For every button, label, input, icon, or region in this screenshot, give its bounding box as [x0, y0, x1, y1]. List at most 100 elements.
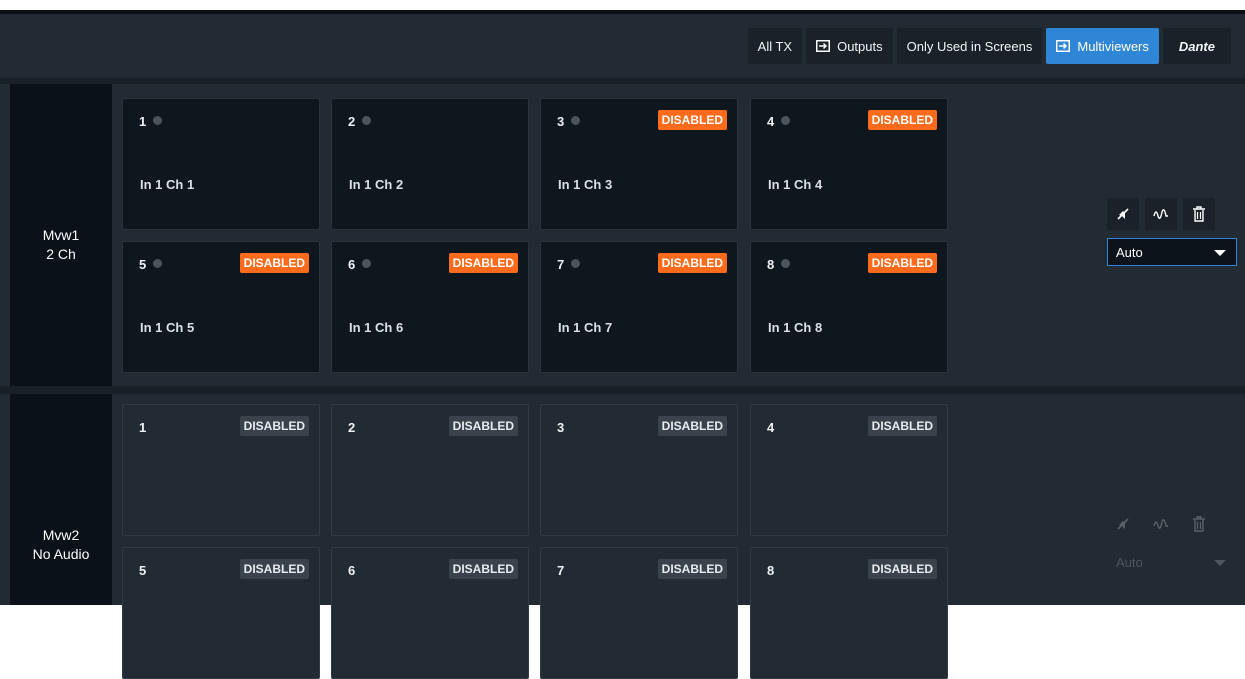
audio-tile: 1 DISABLED	[122, 404, 320, 536]
tile-number: 5	[139, 257, 147, 272]
tile-number: 6	[348, 257, 356, 272]
disabled-badge: DISABLED	[867, 253, 937, 273]
tile-number: 7	[557, 257, 565, 272]
audio-tile: 3 DISABLED	[540, 404, 738, 536]
tile-number: 6	[348, 563, 356, 578]
tile-number: 4	[767, 420, 775, 435]
disabled-badge: DISABLED	[448, 559, 518, 579]
toolbar: All TX Outputs Only Used in Screens Mult…	[0, 14, 1245, 78]
audio-tile[interactable]: 8 DISABLED In 1 Ch 8	[750, 241, 948, 373]
multiviewer-label: Mvw1 2 Ch	[10, 84, 112, 386]
tile-number: 7	[557, 563, 565, 578]
waveform-icon	[1153, 519, 1168, 529]
audio-tile: 6 DISABLED	[331, 547, 529, 679]
tile-channel: In 1 Ch 4	[768, 177, 823, 192]
tile-channel: In 1 Ch 5	[140, 320, 195, 335]
audio-tile: 8 DISABLED	[750, 547, 948, 679]
only-used-in-screens-button[interactable]: Only Used in Screens	[896, 28, 1043, 64]
delete-button[interactable]	[1183, 508, 1215, 540]
audio-tile[interactable]: 1 In 1 Ch 1	[122, 98, 320, 230]
disabled-badge: DISABLED	[239, 559, 309, 579]
delete-button[interactable]	[1183, 198, 1215, 230]
output-arrow-icon	[816, 40, 831, 52]
disabled-badge: DISABLED	[657, 416, 727, 436]
tile-number: 8	[767, 257, 775, 272]
audio-mode-value: Auto	[1116, 244, 1143, 260]
top-strip	[0, 0, 1245, 10]
audio-tile[interactable]: 2 In 1 Ch 2	[331, 98, 529, 230]
waveform-button[interactable]	[1145, 508, 1177, 540]
tile-number: 2	[348, 114, 356, 129]
dante-logo: Dante	[1178, 38, 1215, 54]
tile-number: 4	[767, 114, 775, 129]
tile-number: 2	[348, 420, 356, 435]
disabled-badge: DISABLED	[657, 110, 727, 130]
multiviewers-button[interactable]: Multiviewers	[1046, 28, 1159, 64]
audio-tile[interactable]: 3 DISABLED In 1 Ch 3	[540, 98, 738, 230]
mute-button[interactable]	[1107, 508, 1139, 540]
disabled-badge: DISABLED	[657, 253, 727, 273]
chevron-down-icon	[1214, 560, 1226, 566]
tile-number: 8	[767, 563, 775, 578]
tile-channel: In 1 Ch 2	[349, 177, 404, 192]
trash-icon	[1193, 516, 1205, 532]
outputs-button[interactable]: Outputs	[806, 28, 893, 64]
audio-mode-select[interactable]: Auto	[1107, 238, 1237, 266]
audio-tile[interactable]: 6 DISABLED In 1 Ch 6	[331, 241, 529, 373]
audio-tile[interactable]: 5 DISABLED In 1 Ch 5	[122, 241, 320, 373]
multiviewer-name: Mvw1	[42, 227, 80, 243]
tile-number: 5	[139, 563, 147, 578]
disabled-badge: DISABLED	[239, 253, 309, 273]
audio-tile: 4 DISABLED	[750, 404, 948, 536]
tile-channel: In 1 Ch 8	[768, 320, 823, 335]
all-tx-button[interactable]: All TX	[747, 28, 803, 64]
waveform-button[interactable]	[1145, 198, 1177, 230]
tile-channel: In 1 Ch 3	[558, 177, 613, 192]
status-dot-icon	[571, 116, 580, 125]
multiviewer-controls: Auto	[1107, 198, 1237, 266]
disabled-badge: DISABLED	[867, 559, 937, 579]
audio-tile: 7 DISABLED	[540, 547, 738, 679]
tile-number: 3	[557, 114, 565, 129]
multiviewer-row-mvw2: Mvw2 No Audio 1 DISABLED 2 DISABLED 3 DI…	[0, 394, 1245, 679]
status-dot-icon	[571, 259, 580, 268]
waveform-icon	[1153, 209, 1168, 219]
mute-button[interactable]	[1107, 198, 1139, 230]
dante-button[interactable]: Dante	[1162, 28, 1231, 64]
audio-tile[interactable]: 7 DISABLED In 1 Ch 7	[540, 241, 738, 373]
disabled-badge: DISABLED	[448, 416, 518, 436]
outputs-label: Outputs	[837, 38, 883, 54]
audio-tile: 5 DISABLED	[122, 547, 320, 679]
multiviewer-audio-info: No Audio	[32, 546, 90, 562]
status-dot-icon	[781, 116, 790, 125]
disabled-badge: DISABLED	[867, 416, 937, 436]
mute-icon	[1117, 518, 1129, 530]
tile-number: 1	[139, 420, 147, 435]
chevron-down-icon	[1214, 250, 1226, 256]
multiviewer-controls: Auto	[1107, 508, 1237, 576]
disabled-badge: DISABLED	[867, 110, 937, 130]
audio-mode-select[interactable]: Auto	[1107, 548, 1237, 576]
status-dot-icon	[153, 116, 162, 125]
trash-icon	[1193, 206, 1205, 222]
disabled-badge: DISABLED	[448, 253, 518, 273]
multiviewer-audio-info: 2 Ch	[46, 246, 76, 262]
tile-number: 1	[139, 114, 147, 129]
multiviewer-name: Mvw2	[42, 527, 80, 543]
status-dot-icon	[781, 259, 790, 268]
tile-channel: In 1 Ch 1	[140, 177, 195, 192]
tile-channel: In 1 Ch 7	[558, 320, 613, 335]
multiviewers-label: Multiviewers	[1077, 38, 1149, 54]
mute-icon	[1117, 208, 1129, 220]
tile-number: 3	[557, 420, 565, 435]
only-used-label: Only Used in Screens	[906, 38, 1033, 54]
multiviewer-label: Mvw2 No Audio	[10, 394, 112, 605]
section-separator	[0, 386, 1245, 394]
disabled-badge: DISABLED	[239, 416, 309, 436]
output-arrow-icon	[1056, 40, 1071, 52]
audio-tile[interactable]: 4 DISABLED In 1 Ch 4	[750, 98, 948, 230]
status-dot-icon	[362, 116, 371, 125]
audio-mode-value: Auto	[1116, 554, 1143, 570]
audio-tile: 2 DISABLED	[331, 404, 529, 536]
status-dot-icon	[153, 259, 162, 268]
